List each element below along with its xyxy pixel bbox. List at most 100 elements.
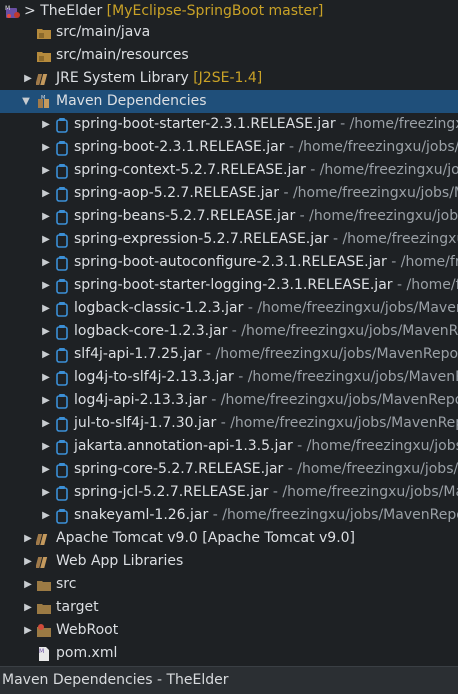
jar-name: logback-classic-1.2.3.jar xyxy=(74,300,244,316)
expand-arrow-icon[interactable]: ▶ xyxy=(40,228,52,251)
jar-node[interactable]: ▶ spring-boot-starter-2.3.1.RELEASE.jar … xyxy=(0,113,458,136)
expand-arrow-icon[interactable]: ▶ xyxy=(40,435,52,458)
jar-node[interactable]: ▶ jul-to-slf4j-1.7.30.jar - /home/freezi… xyxy=(0,412,458,435)
jar-name: spring-context-5.2.7.RELEASE.jar xyxy=(74,162,306,178)
folder-icon xyxy=(36,577,52,593)
expand-arrow-icon[interactable]: ▶ xyxy=(40,136,52,159)
jar-path: - /home/freezingxu/jobs/MavenRepository/… xyxy=(211,392,458,408)
jar-name: spring-core-5.2.7.RELEASE.jar xyxy=(74,461,284,477)
jar-icon xyxy=(55,439,71,455)
jar-node[interactable]: ▶ spring-aop-5.2.7.RELEASE.jar - /home/f… xyxy=(0,182,458,205)
jar-node[interactable]: ▶ log4j-to-slf4j-2.13.3.jar - /home/free… xyxy=(0,366,458,389)
jar-node[interactable]: ▶ spring-jcl-5.2.7.RELEASE.jar - /home/f… xyxy=(0,481,458,504)
expand-arrow-icon[interactable]: ▶ xyxy=(40,274,52,297)
jar-path: - /home/freezingxu/jobs/MavenRepository/… xyxy=(206,346,458,362)
apache-tomcat-node[interactable]: ▶ Apache Tomcat v9.0 [Apache Tomcat v9.0… xyxy=(0,527,458,550)
package-explorer-tree[interactable]: M > TheElder [MyEclipse-SpringBoot maste… xyxy=(0,0,458,666)
jar-node[interactable]: ▶ slf4j-api-1.7.25.jar - /home/freezingx… xyxy=(0,343,458,366)
maven-pom-icon: M xyxy=(36,646,52,662)
folder-label: src xyxy=(56,576,77,592)
jar-node[interactable]: ▶ logback-classic-1.2.3.jar - /home/free… xyxy=(0,297,458,320)
expand-arrow-icon[interactable]: ▶ xyxy=(40,343,52,366)
web-folder-icon xyxy=(36,623,52,639)
expand-arrow-icon[interactable]: ▶ xyxy=(40,504,52,527)
jar-icon xyxy=(55,416,71,432)
jar-icon xyxy=(55,163,71,179)
svg-text:M: M xyxy=(5,5,10,12)
jar-icon xyxy=(55,255,71,271)
jar-path: - /home/freezingxu/jobs/MavenRepository/… xyxy=(212,507,458,523)
source-folder-src-main-resources[interactable]: src/main/resources xyxy=(0,44,458,67)
maven-project-icon: M xyxy=(4,4,20,20)
source-folder-src-main-java[interactable]: src/main/java xyxy=(0,21,458,44)
project-name: TheElder xyxy=(40,3,103,19)
web-app-libraries-node[interactable]: ▶ Web App Libraries xyxy=(0,550,458,573)
jar-name: spring-boot-autoconfigure-2.3.1.RELEASE.… xyxy=(74,254,387,270)
folder-node-src[interactable]: ▶ src xyxy=(0,573,458,596)
jar-node[interactable]: ▶ spring-boot-starter-logging-2.3.1.RELE… xyxy=(0,274,458,297)
expand-arrow-icon[interactable]: ▶ xyxy=(22,596,34,619)
jar-name: spring-boot-starter-2.3.1.RELEASE.jar xyxy=(74,116,336,132)
expand-arrow-icon[interactable]: ▶ xyxy=(22,619,34,642)
maven-library-icon: M xyxy=(36,94,52,110)
web-app-libraries-label: Web App Libraries xyxy=(56,553,184,569)
project-decoration: [MyEclipse-SpringBoot master] xyxy=(106,3,324,19)
jar-icon xyxy=(55,117,71,133)
jar-node[interactable]: ▶ spring-expression-5.2.7.RELEASE.jar - … xyxy=(0,228,458,251)
jar-path: - /home/freezingxu/jobs/MavenRepository/… xyxy=(332,231,458,247)
collapse-arrow-icon[interactable]: ▼ xyxy=(20,90,32,113)
jar-icon xyxy=(55,232,71,248)
pom-file-node[interactable]: M pom.xml xyxy=(0,642,458,665)
folder-node-webroot[interactable]: ▶ WebRoot xyxy=(0,619,458,642)
folder-label: target xyxy=(56,599,99,615)
jar-node[interactable]: ▶ spring-boot-autoconfigure-2.3.1.RELEAS… xyxy=(0,251,458,274)
expand-arrow-icon[interactable]: ▶ xyxy=(40,458,52,481)
jar-node[interactable]: ▶ spring-core-5.2.7.RELEASE.jar - /home/… xyxy=(0,458,458,481)
jre-system-library-node[interactable]: ▶ JRE System Library [J2SE-1.4] xyxy=(0,67,458,90)
library-icon xyxy=(36,71,52,87)
expand-arrow-icon[interactable]: ▶ xyxy=(40,481,52,504)
svg-text:M: M xyxy=(39,648,44,655)
expand-arrow-icon[interactable]: ▶ xyxy=(40,205,52,228)
jar-name: spring-expression-5.2.7.RELEASE.jar xyxy=(74,231,329,247)
folder-label: WebRoot xyxy=(56,622,119,638)
expand-arrow-icon[interactable]: ▶ xyxy=(22,527,34,550)
jar-path: - /home/freezingxu/jobs/MavenRepository/… xyxy=(238,369,458,385)
project-node-theelder[interactable]: M > TheElder [MyEclipse-SpringBoot maste… xyxy=(0,0,458,23)
jar-icon xyxy=(55,462,71,478)
jar-icon xyxy=(55,140,71,156)
jar-node[interactable]: ▶ snakeyaml-1.26.jar - /home/freezingxu/… xyxy=(0,504,458,527)
expand-arrow-icon[interactable]: ▶ xyxy=(22,67,34,90)
jar-node[interactable]: ▶ jakarta.annotation-api-1.3.5.jar - /ho… xyxy=(0,435,458,458)
expand-arrow-icon[interactable]: ▶ xyxy=(40,251,52,274)
jar-name: spring-boot-starter-logging-2.3.1.RELEAS… xyxy=(74,277,393,293)
expand-arrow-icon[interactable]: ▶ xyxy=(40,159,52,182)
jar-node[interactable]: ▶ spring-beans-5.2.7.RELEASE.jar - /home… xyxy=(0,205,458,228)
folder-node-target[interactable]: ▶ target xyxy=(0,596,458,619)
expand-arrow-icon[interactable]: ▶ xyxy=(40,320,52,343)
jar-path: - /home/freezingxu/jobs/MavenRepository/… xyxy=(299,208,458,224)
status-text: Maven Dependencies - TheElder xyxy=(2,672,229,688)
maven-dependencies-label: Maven Dependencies xyxy=(56,93,207,109)
maven-dependencies-node[interactable]: ▼ M Maven Dependencies xyxy=(0,90,458,113)
jre-label: JRE System Library xyxy=(56,70,189,86)
expand-arrow-icon[interactable]: ▶ xyxy=(40,412,52,435)
jar-node[interactable]: ▶ spring-boot-2.3.1.RELEASE.jar - /home/… xyxy=(0,136,458,159)
jar-name: jul-to-slf4j-1.7.30.jar xyxy=(74,415,217,431)
jar-path: - /home/freezingxu/jobs/MavenRepository/… xyxy=(288,139,458,155)
expand-arrow-icon[interactable]: ▶ xyxy=(40,182,52,205)
jar-node[interactable]: ▶ spring-context-5.2.7.RELEASE.jar - /ho… xyxy=(0,159,458,182)
expand-arrow-icon[interactable]: ▶ xyxy=(40,113,52,136)
expand-arrow-icon[interactable]: ▶ xyxy=(22,573,34,596)
jar-icon xyxy=(55,393,71,409)
jre-decoration: [J2SE-1.4] xyxy=(193,70,263,86)
jar-path: - /home/freezingxu/jobs/MavenRepository/… xyxy=(310,162,458,178)
expand-arrow-icon[interactable]: ▶ xyxy=(40,297,52,320)
expand-arrow-icon[interactable]: ▶ xyxy=(22,550,34,573)
expand-arrow-icon[interactable]: ▶ xyxy=(40,366,52,389)
jar-node[interactable]: ▶ log4j-api-2.13.3.jar - /home/freezingx… xyxy=(0,389,458,412)
package-folder-icon xyxy=(36,25,52,41)
expand-arrow-icon[interactable]: ▶ xyxy=(40,389,52,412)
status-bar: Maven Dependencies - TheElder xyxy=(0,666,458,694)
jar-node[interactable]: ▶ logback-core-1.2.3.jar - /home/freezin… xyxy=(0,320,458,343)
